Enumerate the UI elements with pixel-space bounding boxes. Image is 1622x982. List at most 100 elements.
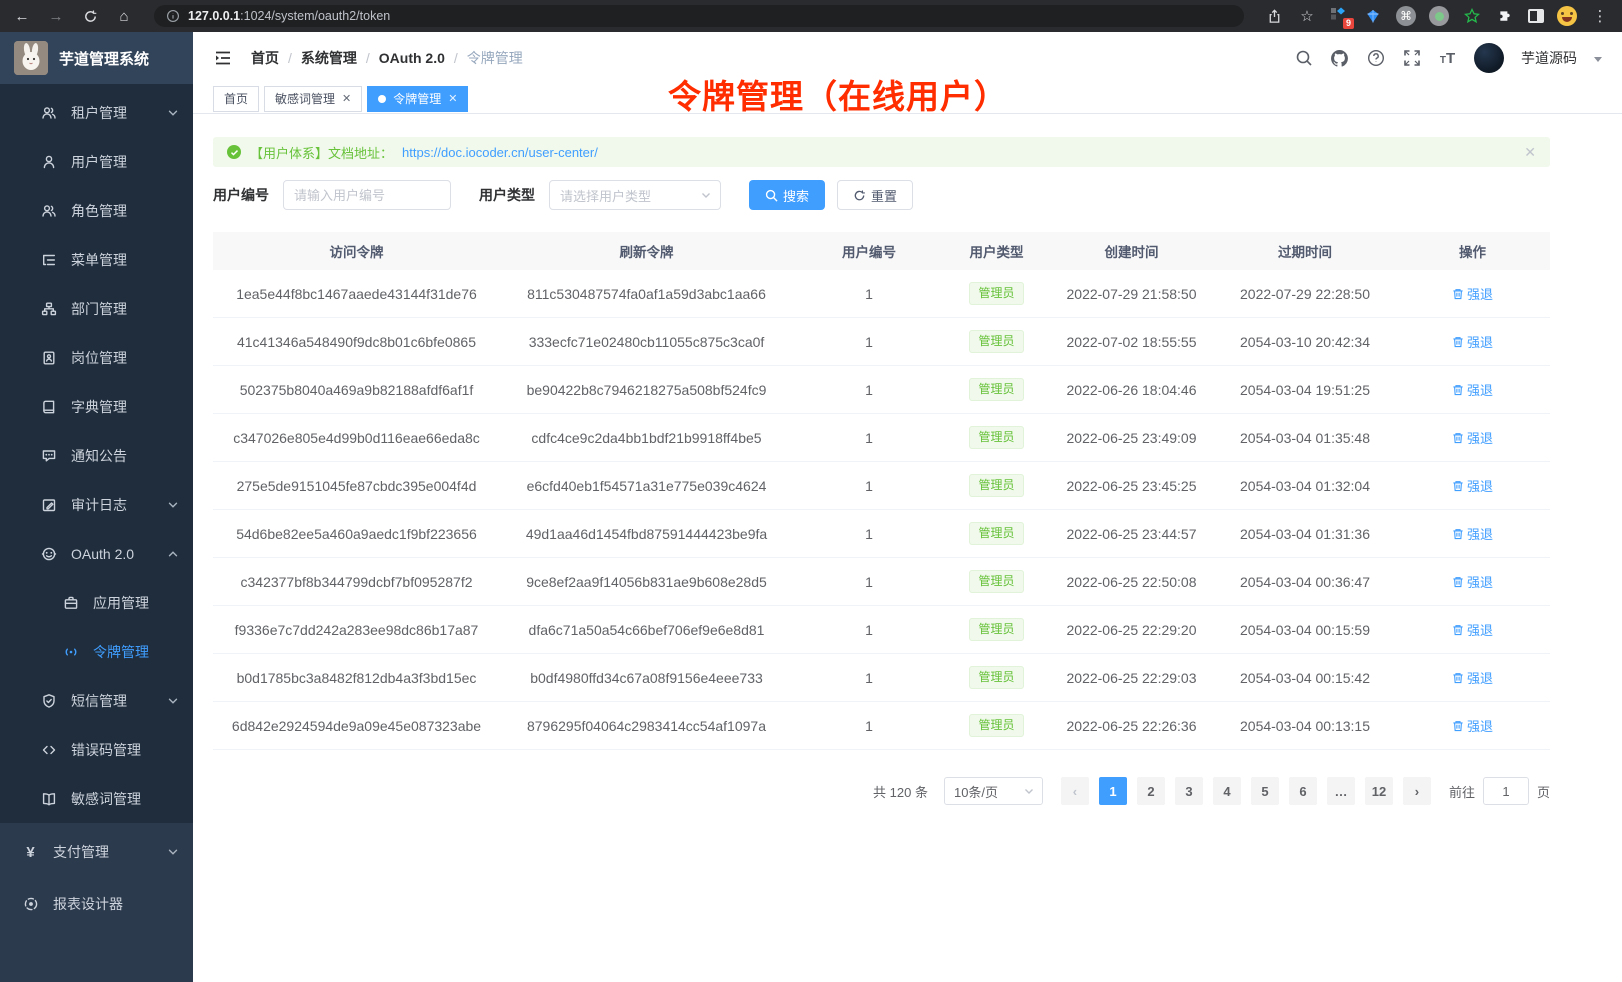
sidebar-item-label: 通知公告: [71, 446, 127, 466]
reload-icon[interactable]: [80, 6, 100, 26]
tab-令牌管理[interactable]: 令牌管理 ✕: [367, 86, 468, 112]
home-icon[interactable]: ⌂: [114, 6, 134, 26]
sidebar-item-user[interactable]: 用户管理: [0, 137, 193, 186]
force-logout-button[interactable]: 强退: [1452, 620, 1493, 639]
refresh-token-cell: b0df4980ffd34c67a08f9156e4eee733: [500, 670, 793, 686]
username[interactable]: 芋道源码: [1521, 48, 1577, 68]
sidebar-item-tenant[interactable]: 租户管理: [0, 88, 193, 137]
recorder-extension-icon[interactable]: [1429, 6, 1449, 26]
page-button-6[interactable]: 6: [1289, 777, 1317, 805]
breadcrumb-sep: /: [454, 50, 458, 66]
force-logout-button[interactable]: 强退: [1452, 524, 1493, 543]
tab-close-icon[interactable]: ✕: [342, 92, 351, 105]
command-extension-icon[interactable]: ⌘: [1396, 6, 1416, 26]
force-logout-button[interactable]: 强退: [1452, 428, 1493, 447]
address-bar[interactable]: 127.0.0.1:1024/system/oauth2/token: [154, 5, 1244, 27]
user-type-badge: 管理员: [969, 618, 1023, 640]
refresh-token-cell: 49d1aa46d1454fbd87591444423be9fa: [500, 526, 793, 542]
user-id-input[interactable]: [283, 180, 451, 210]
sidebar-item-report[interactable]: 报表设计器: [0, 878, 193, 930]
sidebar-item-label: OAuth 2.0: [71, 546, 134, 562]
user-type-select[interactable]: 请选择用户类型: [549, 180, 721, 210]
page-button-1[interactable]: 1: [1099, 777, 1127, 805]
prev-page-button[interactable]: ‹: [1061, 777, 1089, 805]
search-button[interactable]: 搜索: [749, 180, 825, 210]
breadcrumb-oauth[interactable]: OAuth 2.0: [379, 50, 445, 66]
goto-page-input[interactable]: [1483, 777, 1529, 805]
user-id-cell: 1: [793, 622, 945, 638]
force-logout-button[interactable]: 强退: [1452, 476, 1493, 495]
user-id-cell: 1: [793, 286, 945, 302]
green-star-extension-icon[interactable]: [1462, 6, 1482, 26]
sidebar-item-log[interactable]: 审计日志: [0, 480, 193, 529]
user-avatar[interactable]: [1474, 43, 1504, 73]
profile-avatar-icon[interactable]: [1557, 6, 1577, 26]
side-panel-icon[interactable]: [1528, 9, 1544, 23]
success-check-icon: [227, 145, 241, 159]
tab-close-icon[interactable]: ✕: [448, 92, 457, 105]
breadcrumb-home[interactable]: 首页: [251, 48, 279, 68]
sidebar-item-menu[interactable]: 菜单管理: [0, 235, 193, 284]
extensions-puzzle-icon[interactable]: [1495, 6, 1515, 26]
site-info-icon[interactable]: [166, 9, 180, 23]
search-icon[interactable]: [1294, 49, 1313, 68]
access-token-cell: 275e5de9151045fe87cbdc395e004f4d: [213, 478, 500, 494]
forward-icon[interactable]: →: [46, 6, 66, 26]
breadcrumb: 首页 / 系统管理 / OAuth 2.0 / 令牌管理: [251, 48, 523, 68]
reset-button[interactable]: 重置: [837, 180, 913, 210]
page-size-select[interactable]: 10条/页: [944, 777, 1043, 805]
page-button-12[interactable]: 12: [1365, 777, 1393, 805]
bookmark-star-icon[interactable]: ☆: [1297, 6, 1317, 26]
force-logout-button[interactable]: 强退: [1452, 380, 1493, 399]
sidebar-item-notice[interactable]: 通知公告: [0, 431, 193, 480]
sidebar-item-oauth[interactable]: OAuth 2.0: [0, 529, 193, 578]
page-button-...[interactable]: …: [1327, 777, 1355, 805]
alert-doc-link[interactable]: https://doc.iocoder.cn/user-center/: [402, 145, 598, 160]
force-logout-button[interactable]: 强退: [1452, 284, 1493, 303]
sidebar-item-sms[interactable]: 短信管理: [0, 676, 193, 725]
user-type-badge: 管理员: [969, 474, 1023, 496]
fullscreen-icon[interactable]: [1402, 49, 1421, 68]
page-button-2[interactable]: 2: [1137, 777, 1165, 805]
back-icon[interactable]: ←: [12, 6, 32, 26]
force-logout-button[interactable]: 强退: [1452, 332, 1493, 351]
help-icon[interactable]: [1366, 49, 1385, 68]
tab-首页[interactable]: 首页: [213, 86, 259, 112]
gem-extension-icon[interactable]: [1363, 6, 1383, 26]
sidebar-item-post[interactable]: 岗位管理: [0, 333, 193, 382]
tab-敏感词管理[interactable]: 敏感词管理 ✕: [264, 86, 362, 112]
sidebar-item-dict[interactable]: 字典管理: [0, 382, 193, 431]
page-button-4[interactable]: 4: [1213, 777, 1241, 805]
github-icon[interactable]: [1330, 49, 1349, 68]
force-logout-button[interactable]: 强退: [1452, 716, 1493, 735]
user-menu-caret-icon[interactable]: [1594, 57, 1602, 62]
sidebar-item-dept[interactable]: 部门管理: [0, 284, 193, 333]
alert-close-icon[interactable]: ✕: [1524, 144, 1536, 161]
logo-bar[interactable]: 芋道管理系统: [0, 32, 193, 84]
sidebar-item-pay[interactable]: ¥ 支付管理: [0, 826, 193, 878]
font-size-icon[interactable]: TT: [1438, 49, 1457, 68]
page-button-3[interactable]: 3: [1175, 777, 1203, 805]
dict-icon: [40, 398, 57, 415]
sidebar-item-sensitive[interactable]: 敏感词管理: [0, 774, 193, 823]
sidebar-item-app[interactable]: 应用管理: [0, 578, 193, 627]
sidebar-item-role[interactable]: 角色管理: [0, 186, 193, 235]
sidebar-item-token[interactable]: 令牌管理: [0, 627, 193, 676]
breadcrumb-system[interactable]: 系统管理: [301, 48, 357, 68]
share-icon[interactable]: [1264, 6, 1284, 26]
user-id-cell: 1: [793, 430, 945, 446]
notice-icon: [40, 447, 57, 464]
action-cell: 强退: [1395, 716, 1550, 735]
page-button-5[interactable]: 5: [1251, 777, 1279, 805]
force-logout-button[interactable]: 强退: [1452, 668, 1493, 687]
user-type-placeholder: 请选择用户类型: [560, 186, 651, 205]
force-logout-button[interactable]: 强退: [1452, 572, 1493, 591]
browser-menu-icon[interactable]: ⋮: [1590, 6, 1610, 26]
expire-time-cell: 2054-03-04 19:51:25: [1215, 382, 1395, 398]
sidebar-menu-bottom: ¥ 支付管理 报表设计器: [0, 823, 193, 982]
extension-dashlane-icon[interactable]: 9: [1330, 6, 1350, 26]
sidebar-fold-icon[interactable]: [213, 48, 233, 68]
table-row: b0d1785bc3a8482f812db4a3f3bd15ec b0df498…: [213, 654, 1550, 702]
next-page-button[interactable]: ›: [1403, 777, 1431, 805]
sidebar-item-errcode[interactable]: 错误码管理: [0, 725, 193, 774]
